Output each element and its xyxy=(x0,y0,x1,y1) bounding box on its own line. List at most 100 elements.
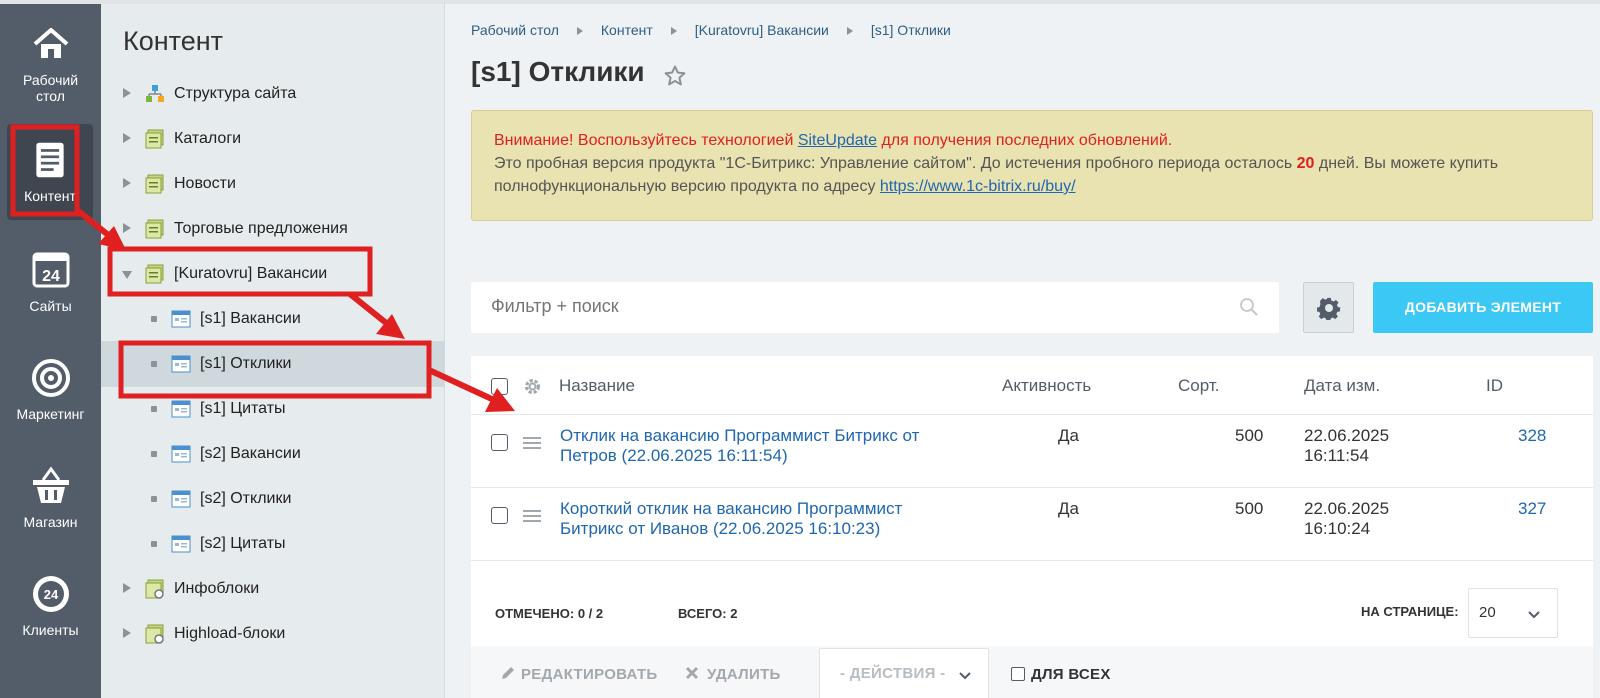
for-all-checkbox[interactable] xyxy=(1011,667,1025,681)
tree-item-kuratovru-vacancies[interactable]: [Kuratovru] Вакансии xyxy=(101,251,445,297)
row-date-line: 22.06.2025 xyxy=(1304,499,1390,518)
add-element-button[interactable]: ДОБАВИТЬ ЭЛЕМЕНТ xyxy=(1373,282,1593,333)
menu-item-content[interactable]: Контент xyxy=(7,124,93,220)
trial-text-part: Это пробная версия продукта "1С-Битрикс:… xyxy=(494,155,1297,172)
svg-text:24: 24 xyxy=(43,587,58,602)
menu-item-sites[interactable]: 24 Сайты xyxy=(0,248,101,314)
home-icon xyxy=(33,28,68,58)
column-settings-gear-icon[interactable] xyxy=(523,377,542,396)
breadcrumb-item[interactable]: Контент xyxy=(601,22,653,38)
page-title: [s1] Отклики xyxy=(471,56,645,87)
menu-label: Рабочий стол xyxy=(22,72,79,104)
per-page-select[interactable]: 20 xyxy=(1468,588,1558,638)
row-menu-icon[interactable] xyxy=(523,436,541,450)
delete-label: УДАЛИТЬ xyxy=(707,666,781,683)
for-all-label: ДЛЯ ВСЕХ xyxy=(1031,666,1111,683)
tree-item-s1-responses[interactable]: [s1] Отклики xyxy=(101,341,445,387)
actions-select[interactable]: - ДЕЙСТВИЯ - xyxy=(819,648,989,698)
row-menu-icon[interactable] xyxy=(523,509,541,523)
tree-item-offers[interactable]: Торговые предложения xyxy=(101,206,445,252)
tree-item-iblocks[interactable]: Инфоблоки xyxy=(101,566,445,612)
row-id-link[interactable]: 327 xyxy=(1518,499,1546,519)
edit-button[interactable]: РЕДАКТИРОВАТЬ xyxy=(501,655,658,695)
siteupdate-link[interactable]: SiteUpdate xyxy=(798,132,877,149)
row-active: Да xyxy=(1058,499,1079,518)
expand-arrow-icon[interactable] xyxy=(123,223,131,233)
table-row[interactable]: Короткий отклик на вакансию Программист … xyxy=(471,488,1593,561)
tree-item-s2-vacancies[interactable]: [s2] Вакансии xyxy=(101,431,445,477)
table-row[interactable]: Отклик на вакансию Программист Битрикс о… xyxy=(471,415,1593,488)
menu-label: Клиенты xyxy=(22,622,79,638)
menu-item-marketing[interactable]: Маркетинг xyxy=(0,356,101,422)
marked-value: 0 / 2 xyxy=(577,606,604,621)
chevron-down-icon xyxy=(1528,611,1540,619)
list-page-icon xyxy=(171,445,191,463)
star-icon[interactable] xyxy=(663,64,687,88)
search-icon[interactable] xyxy=(1239,297,1259,317)
list-page-icon xyxy=(171,400,191,418)
menu-item-clients[interactable]: 24 Клиенты xyxy=(0,572,101,638)
iblock-icon xyxy=(145,264,164,284)
grid-settings-button[interactable] xyxy=(1303,282,1354,333)
column-header-active[interactable]: Активность xyxy=(1002,376,1091,396)
menu-item-shop[interactable]: Магазин xyxy=(0,464,101,530)
elements-grid: Название Активность Сорт. Дата изм. ID О… xyxy=(471,356,1593,698)
trial-days: 20 xyxy=(1296,155,1315,172)
basket-icon xyxy=(32,466,69,503)
column-header-name[interactable]: Название xyxy=(559,376,635,396)
iblock-icon xyxy=(145,129,164,149)
bullet-icon xyxy=(151,316,157,322)
grid-header: Название Активность Сорт. Дата изм. ID xyxy=(471,356,1593,415)
tree-item-label: [s2] Цитаты xyxy=(200,535,286,552)
chevron-down-icon xyxy=(959,672,971,680)
column-header-date[interactable]: Дата изм. xyxy=(1304,376,1380,396)
menu-label: Маркетинг xyxy=(16,406,85,422)
select-all-checkbox[interactable] xyxy=(491,378,508,395)
row-id-link[interactable]: 328 xyxy=(1518,426,1546,446)
expand-arrow-icon[interactable] xyxy=(123,133,131,143)
tree-item-label: [s1] Отклики xyxy=(200,355,292,372)
tree-item-s1-quotes[interactable]: [s1] Цитаты xyxy=(101,386,445,432)
breadcrumb-separator-icon xyxy=(846,26,853,35)
tree-item-site-structure[interactable]: Структура сайта xyxy=(101,71,445,117)
for-all-toggle[interactable]: ДЛЯ ВСЕХ xyxy=(1011,655,1111,695)
row-date: 22.06.2025 16:10:24 xyxy=(1304,499,1389,539)
expand-arrow-icon[interactable] xyxy=(123,88,131,98)
tree-item-s2-quotes[interactable]: [s2] Цитаты xyxy=(101,521,445,567)
collapse-arrow-icon[interactable] xyxy=(122,271,132,279)
row-name-link[interactable]: Отклик на вакансию Программист Битрикс о… xyxy=(560,426,919,466)
breadcrumb-item[interactable]: [Kuratovru] Вакансии xyxy=(695,22,829,38)
document-icon xyxy=(36,142,64,178)
filter-search-input[interactable] xyxy=(491,296,1191,317)
bullet-icon xyxy=(151,406,157,412)
expand-arrow-icon[interactable] xyxy=(123,628,131,638)
tree-item-highload[interactable]: Highload-блоки xyxy=(101,611,445,657)
left-menu-bar: Рабочий стол Контент 24 Сайты Маркетинг xyxy=(0,0,101,698)
tree-item-news[interactable]: Новости xyxy=(101,161,445,207)
breadcrumb-item[interactable]: Рабочий стол xyxy=(471,22,559,38)
buy-link[interactable]: https://www.1c-bitrix.ru/buy/ xyxy=(880,178,1076,195)
row-checkbox[interactable] xyxy=(491,507,508,524)
tree-item-s2-responses[interactable]: [s2] Отклики xyxy=(101,476,445,522)
column-header-id[interactable]: ID xyxy=(1486,376,1503,396)
tree-item-label: [s2] Вакансии xyxy=(200,445,301,462)
row-name-line: Короткий отклик на вакансию Программист xyxy=(560,499,903,518)
row-checkbox[interactable] xyxy=(491,434,508,451)
row-date-line: 16:11:54 xyxy=(1304,446,1369,465)
column-header-sort[interactable]: Сорт. xyxy=(1178,376,1219,396)
menu-item-desktop[interactable]: Рабочий стол xyxy=(0,22,101,104)
expand-arrow-icon[interactable] xyxy=(123,178,131,188)
expand-arrow-icon[interactable] xyxy=(123,583,131,593)
filter-search-box[interactable] xyxy=(471,282,1279,333)
tree-item-label: Highload-блоки xyxy=(174,625,286,642)
tree-item-s1-vacancies[interactable]: [s1] Вакансии xyxy=(101,296,445,342)
update-warning: Внимание! Воспользуйтесь технологией Sit… xyxy=(494,129,1570,152)
breadcrumb-item[interactable]: [s1] Отклики xyxy=(871,22,951,38)
tree-item-catalogs[interactable]: Каталоги xyxy=(101,116,445,162)
delete-button[interactable]: УДАЛИТЬ xyxy=(685,655,781,695)
tree-item-label: Структура сайта xyxy=(174,85,297,102)
breadcrumb: Рабочий стол Контент [Kuratovru] Вакансии [… xyxy=(471,22,951,38)
bullet-icon xyxy=(151,451,157,457)
row-name-link[interactable]: Короткий отклик на вакансию Программист … xyxy=(560,499,902,539)
total-counter: ВСЕГО: 2 xyxy=(678,606,737,621)
